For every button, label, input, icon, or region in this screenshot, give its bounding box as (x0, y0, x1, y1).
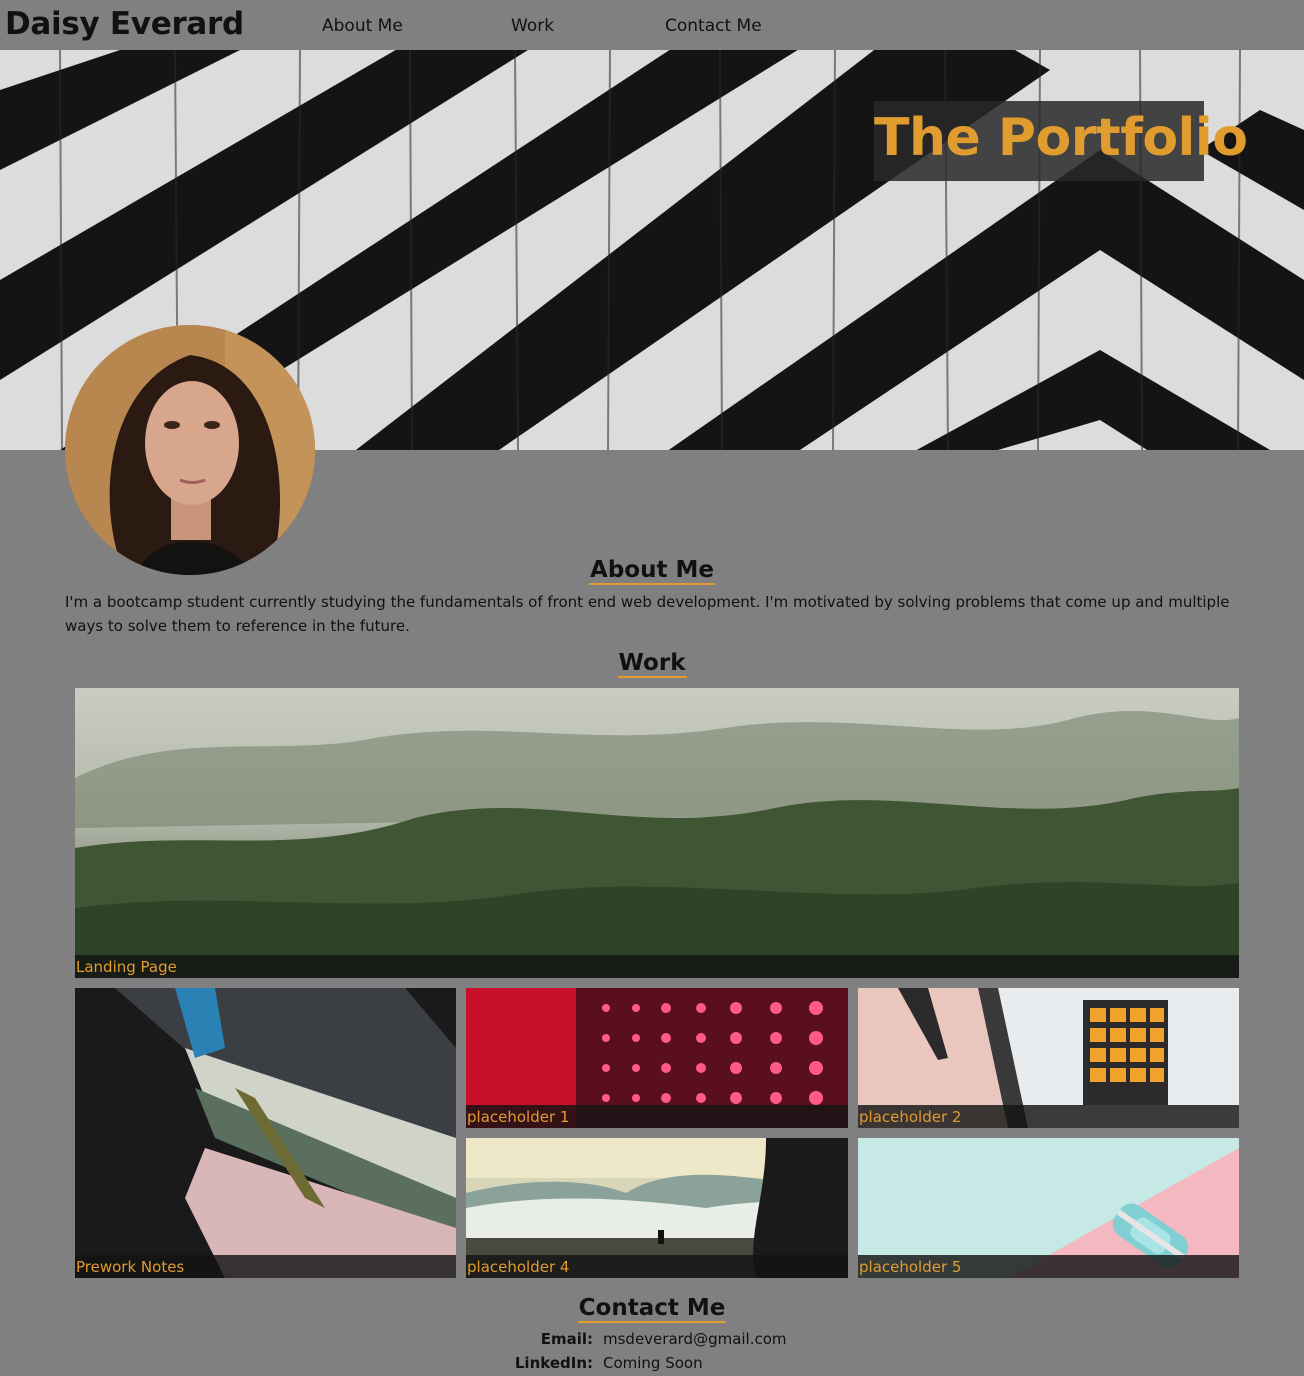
project-tile-landing-page[interactable]: Landing Page (75, 688, 1239, 978)
project-caption: Landing Page (75, 955, 1239, 978)
project-caption: placeholder 1 (466, 1105, 848, 1128)
notebooks-image (75, 988, 456, 1278)
work-heading-text: Work (617, 650, 687, 678)
nav-link-about[interactable]: About Me (322, 16, 403, 36)
contact-heading: Contact Me (0, 1295, 1304, 1323)
about-heading-text: About Me (589, 557, 715, 585)
hero-title: The Portfolio (874, 108, 1248, 168)
project-tile-placeholder-5[interactable]: placeholder 5 (858, 1138, 1239, 1278)
brand-name[interactable]: Daisy Everard (5, 6, 244, 42)
top-navbar: Daisy Everard About Me Work Contact Me (0, 0, 1304, 50)
nav-link-work[interactable]: Work (511, 16, 554, 36)
linkedin-label: LinkedIn: (514, 1354, 593, 1372)
project-tile-prework-notes[interactable]: Prework Notes (75, 988, 456, 1278)
email-label: Email: (540, 1330, 593, 1348)
work-heading: Work (0, 650, 1304, 678)
project-tile-placeholder-1[interactable]: placeholder 1 (466, 988, 848, 1128)
misty-forest-image (75, 688, 1239, 978)
about-paragraph: I'm a bootcamp student currently studyin… (65, 593, 1230, 635)
project-caption: placeholder 5 (858, 1255, 1239, 1278)
contact-heading-text: Contact Me (577, 1295, 727, 1323)
email-value[interactable]: msdeverard@gmail.com (603, 1330, 787, 1348)
contact-email-row: Email: msdeverard@gmail.com (0, 1330, 1304, 1352)
project-caption: Prework Notes (75, 1255, 456, 1278)
project-tile-placeholder-2[interactable]: placeholder 2 (858, 988, 1239, 1128)
project-caption: placeholder 4 (466, 1255, 848, 1278)
project-tile-placeholder-4[interactable]: placeholder 4 (466, 1138, 848, 1278)
profile-photo (65, 325, 315, 575)
contact-linkedin-row: LinkedIn: Coming Soon (0, 1354, 1304, 1376)
project-caption: placeholder 2 (858, 1105, 1239, 1128)
linkedin-value: Coming Soon (603, 1354, 703, 1372)
nav-link-contact[interactable]: Contact Me (665, 16, 762, 36)
about-heading: About Me (0, 557, 1304, 585)
